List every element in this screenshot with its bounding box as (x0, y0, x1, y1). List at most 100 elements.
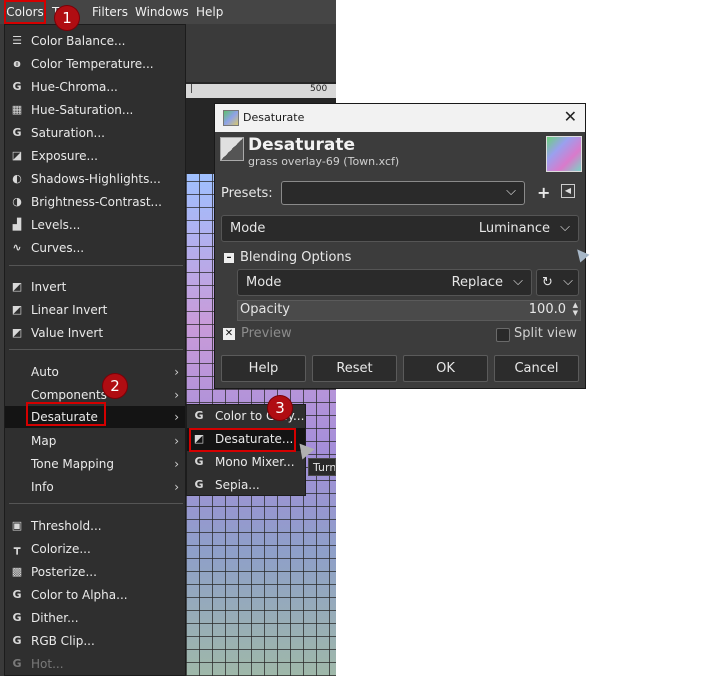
split-view-checkbox[interactable] (496, 328, 510, 342)
collapse-toggle-icon[interactable]: – (224, 253, 234, 263)
dialog-titlebar[interactable]: Desaturate ✕ (215, 104, 585, 132)
step-badge-1: 1 (55, 6, 79, 30)
menu-filters[interactable]: Filters (92, 0, 128, 24)
menu-item-colorize[interactable]: ┳ Colorize... (5, 538, 185, 560)
blend-mode-value: Replace (451, 275, 503, 290)
menu-item-invert[interactable]: ◩ Invert (5, 276, 185, 298)
menu-item-curves[interactable]: ∿ Curves... (5, 237, 185, 259)
curves-icon: ∿ (12, 241, 22, 254)
menu-colors[interactable]: Colors (4, 0, 46, 24)
spin-arrows-icon[interactable]: ▲ ▼ (573, 301, 578, 317)
menu-item-levels[interactable]: ▟ Levels... (5, 214, 185, 236)
menu-windows[interactable]: Windows (135, 0, 189, 24)
blend-mode-combo[interactable]: Mode Replace ⌵ (237, 269, 532, 296)
menu-item-brightness-contrast[interactable]: ◑ Brightness-Contrast... (5, 191, 185, 213)
menu-separator (9, 265, 183, 266)
chevron-down-icon: ⌵ (560, 220, 570, 235)
dialog-heading: Desaturate (248, 135, 355, 155)
gegl-icon: G (12, 634, 22, 647)
menu-item-rgb-clip[interactable]: G RGB Clip... (5, 630, 185, 652)
menu-item-tone-mapping[interactable]: Tone Mapping › (5, 453, 185, 475)
menu-item-posterize[interactable]: ▩ Posterize... (5, 561, 185, 583)
invert-icon: ◩ (11, 326, 23, 339)
menu-item-saturation[interactable]: G Saturation... (5, 122, 185, 144)
mode-value: Luminance (478, 221, 550, 236)
menu-item-hue-chroma[interactable]: G Hue-Chroma... (5, 76, 185, 98)
menu-help[interactable]: Help (196, 0, 223, 24)
submenu-item-sepia[interactable]: G Sepia... (187, 474, 305, 497)
menu-item-shadows-highlights[interactable]: ◐ Shadows-Highlights... (5, 168, 185, 190)
gegl-icon: G (12, 611, 22, 624)
help-button[interactable]: Help (221, 355, 306, 382)
gegl-icon: G (12, 80, 22, 93)
menu-item-auto[interactable]: Auto › (5, 361, 185, 383)
gimp-app-icon (223, 110, 239, 126)
shadows-icon: ◐ (12, 172, 22, 185)
posterize-icon: ▩ (11, 565, 23, 578)
chevron-right-icon: › (174, 410, 179, 424)
menu-item-hue-saturation[interactable]: ▦ Hue-Saturation... (5, 99, 185, 121)
chevron-down-icon: ⌵ (563, 274, 573, 289)
colorize-icon: ┳ (13, 542, 21, 555)
blend-mode-label: Mode (246, 275, 282, 290)
close-icon[interactable]: ✕ (564, 107, 577, 126)
menu-item-value-invert[interactable]: ◩ Value Invert (5, 322, 185, 344)
colors-menu: ☰ Color Balance... ɵ Color Temperature... … (4, 24, 186, 676)
composite-icon: ↻ (542, 275, 553, 290)
preset-menu-icon[interactable]: ◀ (561, 184, 575, 198)
chevron-right-icon: › (174, 434, 179, 448)
menu-item-dither[interactable]: G Dither... (5, 607, 185, 629)
presets-combo[interactable]: ⌵ (281, 181, 525, 205)
menu-item-linear-invert[interactable]: ◩ Linear Invert (5, 299, 185, 321)
menu-separator (9, 349, 183, 350)
menu-item-threshold[interactable]: ▣ Threshold... (5, 515, 185, 537)
thermometer-icon: ɵ (13, 57, 21, 70)
brightness-icon: ◑ (12, 195, 22, 208)
gegl-icon: G (12, 588, 22, 601)
ok-button[interactable]: OK (403, 355, 488, 382)
blending-options-label[interactable]: Blending Options (240, 250, 351, 265)
add-preset-icon[interactable]: + (537, 183, 550, 202)
step-badge-3: 3 (268, 396, 292, 420)
preview-checkbox[interactable]: ✕ (223, 328, 235, 340)
preview-label: Preview (241, 326, 292, 341)
balance-icon: ☰ (12, 34, 22, 47)
horizontal-ruler: | 500 (186, 84, 336, 98)
dialog-window-title: Desaturate (243, 111, 305, 124)
submenu-item-mono-mixer[interactable]: G Mono Mixer... (187, 451, 305, 474)
menu-separator (9, 503, 183, 504)
threshold-icon: ▣ (11, 519, 23, 532)
opacity-slider[interactable]: Opacity 100.0 ▲ ▼ (237, 300, 581, 321)
menu-item-color-balance[interactable]: ☰ Color Balance... (5, 30, 185, 52)
cancel-button[interactable]: Cancel (494, 355, 579, 382)
chevron-right-icon: › (174, 457, 179, 471)
dialog-subtitle: grass overlay-69 (Town.xcf) (248, 155, 400, 168)
highlight-desaturate-menu (26, 402, 106, 426)
split-view-label: Split view (514, 326, 577, 341)
opacity-value: 100.0 (528, 302, 566, 317)
menu-item-exposure[interactable]: ◪ Exposure... (5, 145, 185, 167)
menubar: Colors T Filters Windows Help (0, 0, 336, 24)
menu-item-color-to-alpha[interactable]: G Color to Alpha... (5, 584, 185, 606)
desaturate-icon (220, 137, 244, 161)
gegl-icon: G (194, 409, 204, 422)
reset-button[interactable]: Reset (312, 355, 397, 382)
composite-mode-button[interactable]: ↻ ⌵ (536, 269, 579, 296)
mode-label: Mode (230, 221, 266, 236)
highlight-desaturate-submenu (189, 428, 296, 452)
invert-icon: ◩ (11, 280, 23, 293)
desaturate-dialog: Desaturate ✕ Desaturate grass overlay-69… (214, 103, 586, 389)
levels-icon: ▟ (12, 218, 22, 231)
invert-icon: ◩ (11, 303, 23, 316)
chevron-down-icon: ⌵ (513, 274, 523, 289)
mode-combo[interactable]: Mode Luminance ⌵ (221, 215, 579, 242)
chevron-down-icon: ⌵ (506, 184, 516, 199)
menu-item-color-temperature[interactable]: ɵ Color Temperature... (5, 53, 185, 75)
chevron-right-icon: › (174, 388, 179, 402)
menu-item-info[interactable]: Info › (5, 476, 185, 498)
hue-saturation-icon: ▦ (11, 103, 23, 116)
opacity-label: Opacity (240, 302, 291, 317)
menu-item-map[interactable]: Map › (5, 430, 185, 452)
exposure-icon: ◪ (11, 149, 23, 162)
presets-label: Presets: (221, 186, 273, 201)
